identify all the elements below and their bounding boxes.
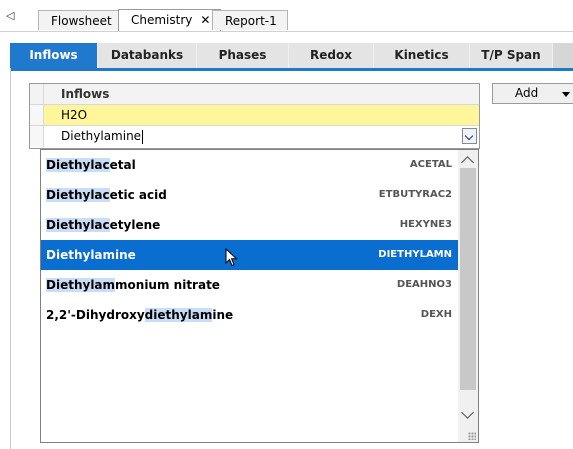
- item-name-match: Diethylam: [46, 278, 116, 292]
- grid-cell-h2o[interactable]: H2O: [44, 105, 479, 125]
- dropdown-item[interactable]: Diethylacetal ACETAL: [41, 150, 458, 180]
- chevron-down-icon[interactable]: [562, 92, 570, 97]
- item-name-prefix: 2,2'-Dihydroxy: [46, 308, 145, 322]
- grid-header-row: Inflows: [30, 84, 479, 105]
- dropdown-item-name: Diethylacetal: [46, 150, 136, 180]
- subtab-phases[interactable]: Phases: [197, 43, 289, 68]
- item-name-rest: Diethylamine: [46, 248, 136, 262]
- tab-flowsheet-label: Flowsheet: [51, 14, 112, 28]
- resize-grip-icon[interactable]: [468, 432, 476, 440]
- item-name-match: Diethylac: [46, 218, 110, 232]
- species-dropdown-list: Diethylacetal ACETAL Diethylacetic acid ETB…: [40, 149, 479, 443]
- dropdown-toggle-button[interactable]: [462, 128, 477, 144]
- row-header[interactable]: [30, 126, 44, 147]
- dropdown-item-code: DIETHYLAMN: [378, 249, 452, 260]
- dropdown-item[interactable]: Diethylacetic acid ETBUTYRAC2: [41, 180, 458, 210]
- tab-report-1[interactable]: Report-1: [212, 10, 288, 30]
- dropdown-item[interactable]: Diethylacetylene HEXYNE3: [41, 210, 458, 240]
- item-name-rest: etic acid: [109, 188, 167, 202]
- subtab-redox[interactable]: Redox: [289, 43, 374, 68]
- tab-chemistry[interactable]: Chemistry ✕: [118, 9, 222, 31]
- tab-report-1-label: Report-1: [225, 14, 277, 28]
- dropdown-item-code: DEAHNO3: [396, 279, 452, 290]
- row-header[interactable]: [30, 105, 44, 125]
- tab-flowsheet[interactable]: Flowsheet: [38, 10, 123, 30]
- item-name-rest: ine: [212, 308, 234, 322]
- mouse-pointer-icon: [225, 247, 238, 270]
- chemistry-subtab-bar: Inflows Databanks Phases Redox Kinetics …: [10, 43, 573, 71]
- item-name-match: diethylam: [144, 308, 213, 322]
- dropdown-item-name: Diethylacetic acid: [46, 180, 167, 210]
- dropdown-item-name: Diethylacetylene: [46, 210, 160, 240]
- tab-scroll-left-icon[interactable]: ◁: [6, 9, 14, 22]
- dropdown-item[interactable]: Diethylammonium nitrate DEAHNO3: [41, 270, 458, 300]
- species-input-value: Diethylamine: [61, 129, 142, 143]
- add-button[interactable]: Add: [492, 83, 573, 104]
- dropdown-item[interactable]: Diethylamine DIETHYLAMN: [41, 240, 458, 270]
- dropdown-item-name: 2,2'-Dihydroxydiethylamine: [46, 300, 233, 330]
- item-name-rest: monium nitrate: [115, 278, 220, 292]
- dropdown-item-code: ACETAL: [409, 159, 452, 170]
- species-input[interactable]: Diethylamine: [44, 126, 479, 147]
- item-name-match: Diethylac: [46, 158, 110, 172]
- scrollbar-thumb[interactable]: [460, 168, 476, 390]
- column-header-inflows[interactable]: Inflows: [44, 84, 479, 104]
- item-name-rest: etal: [109, 158, 136, 172]
- inflows-grid: Inflows H2O Diethylamine: [29, 83, 480, 149]
- row-header: [30, 84, 44, 104]
- grid-row[interactable]: H2O: [30, 105, 479, 126]
- close-icon[interactable]: ✕: [200, 13, 210, 27]
- dropdown-item-code: DEXH: [420, 309, 452, 320]
- scroll-up-icon[interactable]: [461, 156, 474, 169]
- dropdown-item-name: Diethylammonium nitrate: [46, 270, 220, 300]
- item-name-match: Diethylac: [46, 188, 110, 202]
- panel-divider: [10, 68, 11, 449]
- document-tab-bar: ◁ Flowsheet Chemistry ✕ Report-1: [0, 0, 573, 32]
- dropdown-item-code: HEXYNE3: [399, 219, 452, 230]
- add-button-label: Add: [515, 86, 539, 100]
- subtab-inflows[interactable]: Inflows: [10, 43, 98, 68]
- subtab-tp-span[interactable]: T/P Span: [470, 43, 553, 68]
- dropdown-item-name: Diethylamine: [46, 240, 136, 270]
- item-name-rest: etylene: [109, 218, 161, 232]
- subtab-kinetics[interactable]: Kinetics: [374, 43, 470, 68]
- subtab-databanks[interactable]: Databanks: [98, 43, 197, 68]
- dropdown-item-code: ETBUTYRAC2: [378, 189, 452, 200]
- grid-edit-row[interactable]: Diethylamine: [30, 126, 479, 147]
- tab-chemistry-label: Chemistry: [131, 13, 193, 27]
- dropdown-scrollbar[interactable]: [458, 150, 478, 442]
- scroll-down-icon[interactable]: [461, 406, 474, 419]
- text-caret: [142, 129, 144, 144]
- dropdown-item[interactable]: 2,2'-Dihydroxydiethylamine DEXH: [41, 300, 458, 330]
